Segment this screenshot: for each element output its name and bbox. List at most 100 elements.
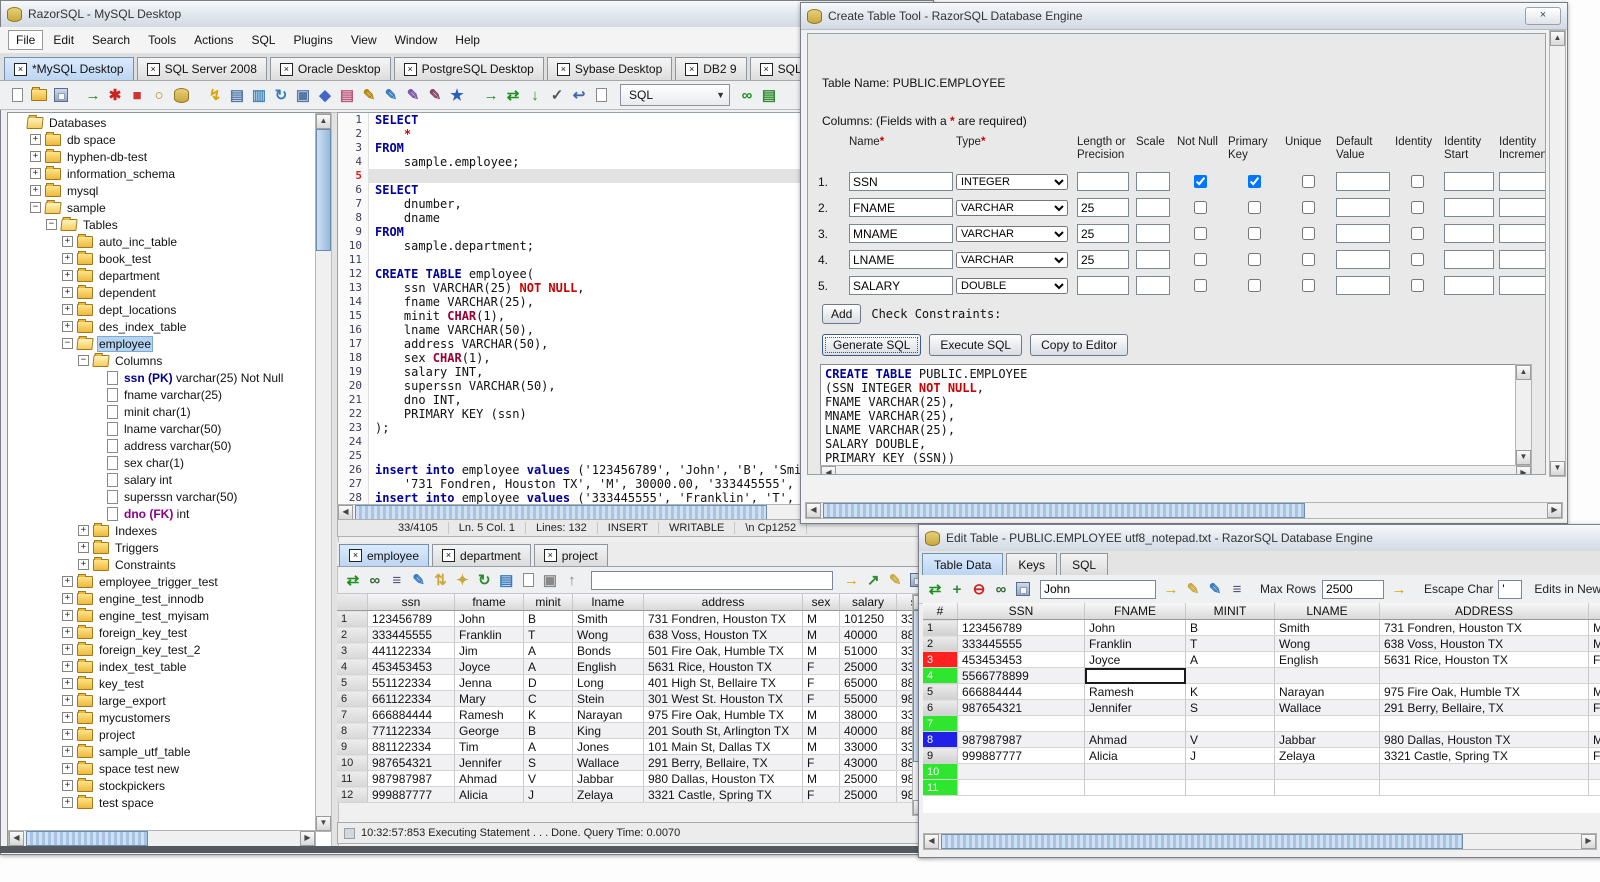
table-cell[interactable]: Jabbar [1274, 731, 1380, 748]
connection-tab-postgresql-desktop[interactable]: × PostgreSQL Desktop [393, 57, 544, 80]
close-tab-icon[interactable]: × [685, 62, 699, 76]
table-cell[interactable]: English [572, 658, 644, 675]
tree-item[interactable]: + key_test [8, 675, 316, 692]
tree-item[interactable]: + Constraints [8, 556, 316, 573]
tree-item[interactable]: + db space [8, 131, 316, 148]
row-number-cell[interactable]: 4 [337, 658, 368, 675]
table-cell[interactable]: M [1588, 619, 1600, 636]
close-tab-icon[interactable]: × [14, 62, 27, 76]
close-connection-icon[interactable]: ■ [126, 84, 148, 106]
table-cell[interactable]: King [572, 722, 644, 739]
load-up-icon[interactable]: ↑ [561, 569, 583, 591]
find-glasses-icon[interactable]: ∞ [736, 84, 758, 106]
row-number-cell[interactable]: 6 [923, 699, 958, 716]
table-cell[interactable]: 661122334 [367, 690, 455, 707]
collapse-icon[interactable]: − [30, 202, 41, 213]
table-cell[interactable]: 731 Fondren, Houston TX [643, 610, 803, 627]
tree-item[interactable]: + large_export [8, 692, 316, 709]
export-results-icon[interactable]: ↗ [862, 569, 884, 591]
table-cell[interactable]: M [802, 722, 840, 739]
tree-item[interactable]: lname varchar(50) [8, 420, 316, 437]
table-cell[interactable] [957, 763, 1085, 780]
table-cell[interactable]: M [802, 626, 840, 643]
table-cell[interactable] [1379, 763, 1589, 780]
menu-item-window[interactable]: Window [387, 30, 446, 50]
table-cell[interactable]: Mary [454, 690, 524, 707]
tab-sql[interactable]: SQL [1060, 553, 1109, 575]
table-cell[interactable]: Joyce [1084, 651, 1186, 668]
collapse-icon[interactable]: − [62, 338, 73, 349]
table-cell[interactable]: 401 High St, Bellaire TX [643, 674, 803, 691]
tree-item[interactable]: + space test new [8, 760, 316, 777]
sql-update-generator-icon[interactable]: ✎ [380, 84, 402, 106]
table-cell[interactable]: Jennifer [1084, 699, 1186, 716]
unique-checkbox[interactable] [1302, 227, 1315, 240]
scroll-right-icon[interactable]: ▶ [300, 831, 315, 846]
expand-icon[interactable]: + [62, 712, 73, 723]
table-cell[interactable]: 441122334 [367, 642, 455, 659]
table-cell[interactable] [1185, 715, 1275, 732]
editor-hscroll-thumb[interactable] [355, 505, 767, 520]
save-file-icon[interactable] [50, 84, 72, 106]
table-cell[interactable]: John [1084, 619, 1186, 636]
column-header-salary[interactable]: salary [839, 594, 897, 611]
scroll-right-icon[interactable]: ▶ [1516, 466, 1531, 474]
tree-item[interactable]: + book_test [8, 250, 316, 267]
tree-item[interactable]: + foreign_key_test_2 [8, 641, 316, 658]
table-cell[interactable]: 25000 [839, 658, 897, 675]
expand-icon[interactable]: + [62, 627, 73, 638]
scroll-up-icon[interactable]: ▲ [1550, 31, 1565, 46]
filter-rows-icon[interactable]: ≡ [1226, 578, 1248, 600]
table-cell[interactable]: Franklin [454, 626, 524, 643]
generated-sql-preview[interactable]: CREATE TABLE PUBLIC.EMPLOYEE (SSN INTEGER… [820, 364, 1525, 470]
default-value-input[interactable] [1336, 276, 1390, 295]
key-icon[interactable]: ✦ [451, 569, 473, 591]
table-cell[interactable] [1588, 715, 1600, 732]
table-cell[interactable]: Wong [1274, 635, 1380, 652]
table-cell[interactable]: V [1185, 731, 1275, 748]
table-cell[interactable]: M [1588, 635, 1600, 652]
new-file-icon[interactable] [6, 84, 28, 106]
table-cell[interactable]: F [1588, 699, 1600, 716]
scroll-up-icon[interactable]: ▲ [316, 114, 331, 129]
search-input[interactable] [1040, 579, 1156, 599]
table-cell[interactable] [1185, 779, 1275, 796]
table-cell[interactable]: 987987987 [957, 731, 1085, 748]
row-number-cell[interactable]: 2 [337, 626, 368, 643]
table-cell[interactable]: F [1588, 747, 1600, 764]
table-cell[interactable]: 666884444 [367, 706, 455, 723]
scroll-down-icon[interactable]: ▼ [1516, 450, 1531, 465]
column-type-select[interactable]: VARCHAR [956, 225, 1068, 242]
tree-item[interactable]: salary int [8, 471, 316, 488]
table-cell[interactable]: 291 Berry, Bellaire, TX [643, 754, 803, 771]
table-cell[interactable]: A [523, 658, 573, 675]
column-header-sex[interactable]: sex [802, 594, 840, 611]
identity-start-input[interactable] [1444, 276, 1494, 295]
tree-item[interactable]: + auto_inc_table [8, 233, 316, 250]
scroll-up-icon[interactable]: ▲ [1516, 365, 1531, 380]
table-cell[interactable]: Long [572, 674, 644, 691]
table-cell[interactable]: Wallace [572, 754, 644, 771]
expand-icon[interactable]: + [62, 287, 73, 298]
add-row-icon[interactable]: + [946, 578, 968, 600]
expand-icon[interactable]: + [62, 729, 73, 740]
tree-item[interactable]: ssn (PK) varchar(25) Not Null [8, 369, 316, 386]
not-null-checkbox[interactable] [1194, 201, 1207, 214]
scroll-right-icon[interactable]: ▶ [1547, 503, 1562, 518]
primary-key-checkbox[interactable] [1248, 253, 1261, 266]
table-cell[interactable]: 551122334 [367, 674, 455, 691]
tree-item[interactable]: + foreign_key_test [8, 624, 316, 641]
table-cell[interactable] [1379, 715, 1589, 732]
table-cell[interactable] [1185, 763, 1275, 780]
table-cell[interactable]: M [1588, 683, 1600, 700]
length-input[interactable] [1077, 276, 1129, 295]
scroll-left-icon[interactable]: ◀ [924, 834, 939, 849]
identity-increment-input[interactable] [1499, 276, 1545, 295]
table-cell[interactable]: M [802, 610, 840, 627]
open-file-icon[interactable] [28, 84, 50, 106]
table-cell[interactable]: 333445555 [957, 635, 1085, 652]
scroll-down-icon[interactable]: ▼ [316, 816, 331, 831]
tree-item[interactable]: + mysql [8, 182, 316, 199]
column-type-select[interactable]: VARCHAR [956, 199, 1068, 216]
row-number-cell[interactable]: 12 [337, 786, 368, 803]
